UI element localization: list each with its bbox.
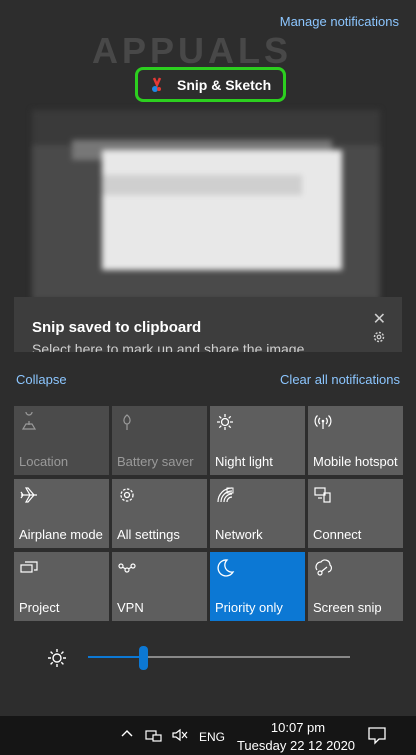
watermark: APPUALS bbox=[92, 30, 293, 71]
tile-all-settings[interactable]: All settings bbox=[112, 479, 207, 548]
tile-label: Airplane mode bbox=[19, 527, 103, 542]
tile-battery-saver[interactable]: Battery saver bbox=[112, 406, 207, 475]
action-center-icon[interactable] bbox=[366, 724, 388, 746]
tile-label: Battery saver bbox=[117, 454, 194, 469]
tile-label: Priority only bbox=[215, 600, 283, 615]
tile-vpn[interactable]: VPN bbox=[112, 552, 207, 621]
tile-airplane-mode[interactable]: Airplane mode bbox=[14, 479, 109, 548]
brightness-fill bbox=[88, 656, 144, 658]
tile-connect[interactable]: Connect bbox=[308, 479, 403, 548]
tile-label: Network bbox=[215, 527, 263, 542]
snip-preview-image[interactable] bbox=[32, 110, 380, 300]
tile-label: Project bbox=[19, 600, 60, 615]
tile-project[interactable]: Project bbox=[14, 552, 109, 621]
mobile-hotspot-icon bbox=[314, 415, 332, 429]
network-tray-icon[interactable] bbox=[145, 727, 163, 743]
tile-label: Screen snip bbox=[313, 600, 382, 615]
tile-screen-snip[interactable]: Screen snip bbox=[308, 552, 403, 621]
location-icon bbox=[21, 412, 37, 430]
tile-night-light[interactable]: Night light bbox=[210, 406, 305, 475]
tile-label: All settings bbox=[117, 527, 180, 542]
tile-label: Mobile hotspot bbox=[313, 454, 398, 469]
close-icon[interactable]: ✕ bbox=[373, 309, 386, 329]
tile-priority-only[interactable]: Priority only bbox=[210, 552, 305, 621]
chevron-up-icon[interactable] bbox=[120, 727, 134, 741]
moon-icon bbox=[217, 559, 235, 577]
brightness-thumb[interactable] bbox=[139, 646, 149, 670]
notification-body: Select here to mark up and share the ima… bbox=[32, 341, 305, 352]
screen-snip-icon bbox=[315, 559, 332, 576]
project-icon bbox=[20, 561, 38, 573]
tile-label: Connect bbox=[313, 527, 362, 542]
gear-icon[interactable] bbox=[372, 330, 386, 344]
network-icon bbox=[217, 487, 234, 503]
tile-mobile-hotspot[interactable]: Mobile hotspot bbox=[308, 406, 403, 475]
snip-sketch-icon bbox=[152, 77, 162, 92]
tile-label: Night light bbox=[215, 454, 273, 469]
volume-muted-icon[interactable] bbox=[171, 727, 189, 743]
collapse-link[interactable]: Collapse bbox=[16, 372, 67, 387]
brightness-slider[interactable] bbox=[46, 645, 356, 670]
tile-location[interactable]: Location bbox=[14, 406, 109, 475]
connect-icon bbox=[314, 487, 331, 503]
night-light-icon bbox=[217, 414, 233, 430]
tile-label: Location bbox=[19, 454, 69, 469]
tile-network[interactable]: Network bbox=[210, 479, 305, 548]
notification-card[interactable]: Snip saved to clipboard Select here to m… bbox=[14, 297, 402, 352]
notification-app-name: Snip & Sketch bbox=[177, 76, 272, 93]
clear-all-notifications-link[interactable]: Clear all notifications bbox=[280, 372, 400, 387]
airplane-icon bbox=[20, 487, 37, 503]
gear-icon bbox=[120, 488, 134, 502]
battery-saver-icon bbox=[123, 414, 131, 430]
vpn-icon bbox=[118, 563, 136, 573]
brightness-sun-icon bbox=[48, 649, 66, 667]
clock-time[interactable]: 10:07 pm bbox=[240, 720, 356, 735]
notification-title: Snip saved to clipboard bbox=[32, 319, 202, 336]
clock-date[interactable]: Tuesday 22 12 2020 bbox=[236, 738, 356, 753]
brightness-track[interactable] bbox=[88, 646, 350, 670]
manage-notifications-link[interactable]: Manage notifications bbox=[280, 14, 399, 29]
tile-label: VPN bbox=[117, 600, 144, 615]
action-center-panel: Manage notifications APPUALS Snip & Sket… bbox=[0, 0, 416, 716]
language-indicator[interactable]: ENG bbox=[199, 730, 225, 744]
quick-actions-grid: Location Battery saver Night light Mobil… bbox=[14, 406, 403, 621]
taskbar: ENG 10:07 pm Tuesday 22 12 2020 bbox=[0, 716, 416, 755]
notification-app-header[interactable]: Snip & Sketch bbox=[135, 67, 286, 102]
